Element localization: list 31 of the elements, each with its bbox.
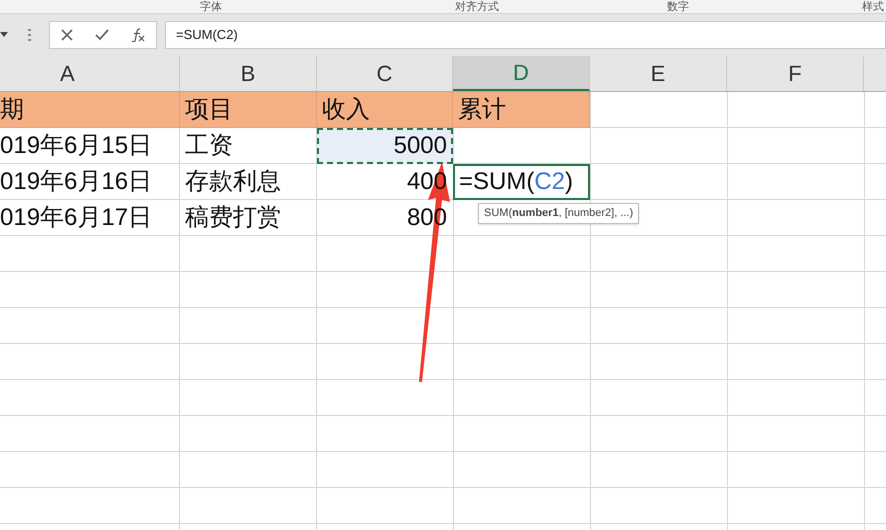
enter-icon[interactable] <box>95 29 109 41</box>
formula-part: C2 <box>534 170 566 194</box>
table-cell-text: 019年6月15日 <box>0 131 154 161</box>
name-box-caret-icon[interactable] <box>0 32 8 38</box>
column-header[interactable]: B <box>180 56 317 91</box>
table-cell: 5000 <box>317 128 453 164</box>
ribbon-group-label: 样式 <box>862 0 884 12</box>
table-cell-text: 存款利息 <box>184 167 282 197</box>
column-header[interactable]: E <box>590 56 727 91</box>
column-header[interactable]: F <box>727 56 864 91</box>
table-cell-text: 019年6月16日 <box>0 167 154 197</box>
grip-icon <box>28 29 31 41</box>
header-cell: 累计 <box>453 92 590 128</box>
header-cell: 项目 <box>180 92 317 128</box>
formula-input[interactable]: =SUM(C2) <box>165 21 886 49</box>
formula-part: ) <box>565 170 574 194</box>
function-icon[interactable] <box>131 28 145 42</box>
column-header[interactable]: D <box>453 56 590 91</box>
header-cell: 期 <box>0 92 180 128</box>
header-cell: 收入 <box>317 92 453 128</box>
table-cell-text: 工资 <box>184 131 234 161</box>
table-cell-text: 019年6月17日 <box>0 203 154 233</box>
ribbon-group-label: 数字 <box>667 0 689 12</box>
ribbon-group-label: 对齐方式 <box>455 0 499 12</box>
formula-part: =SUM( <box>459 170 534 194</box>
function-tooltip: SUM(number1, [number2], ...) <box>478 203 640 224</box>
cell-editor[interactable]: =SUM(C2) <box>453 164 590 200</box>
column-header[interactable]: A <box>0 56 180 91</box>
cancel-icon[interactable] <box>61 29 73 41</box>
table-cell-text: 稿费打赏 <box>184 203 282 233</box>
ribbon-group-label: 字体 <box>200 0 222 12</box>
